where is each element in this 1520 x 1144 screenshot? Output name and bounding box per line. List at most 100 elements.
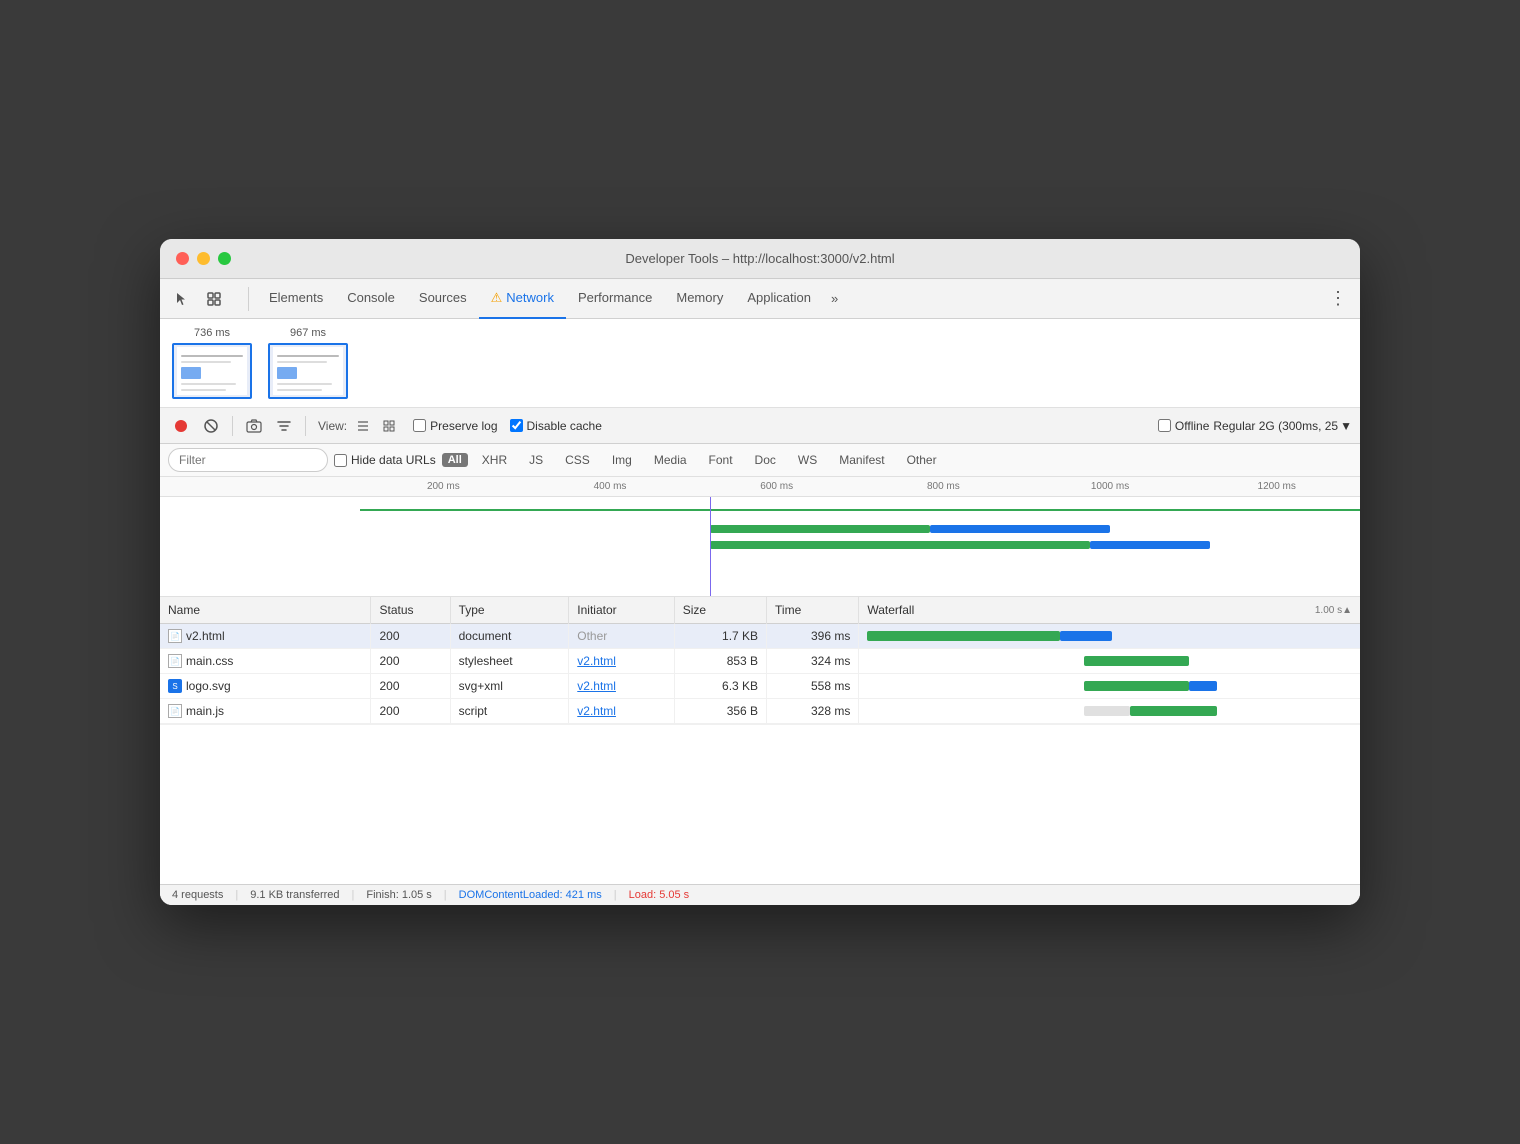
col-name[interactable]: Name — [160, 597, 371, 624]
col-waterfall[interactable]: Waterfall 1.00 s▲ — [859, 597, 1360, 624]
filter-doc[interactable]: Doc — [747, 449, 784, 471]
filter-css[interactable]: CSS — [557, 449, 598, 471]
filmstrip-thumb-1[interactable] — [172, 343, 252, 399]
filter-button[interactable] — [271, 413, 297, 439]
cell-type-3: svg+xml — [450, 674, 569, 699]
tick-800: 800 ms — [860, 481, 1027, 492]
network-table-container: Name Status Type Initiator Size Time Wat… — [160, 597, 1360, 724]
initiator-link-2[interactable]: v2.html — [577, 654, 616, 668]
cell-name-3: S logo.svg — [160, 674, 371, 699]
file-icon-2: 📄 — [168, 654, 182, 668]
timeline-marker — [710, 497, 711, 597]
filter-ws[interactable]: WS — [790, 449, 825, 471]
cell-status-4: 200 — [371, 699, 450, 724]
table-row[interactable]: 📄 main.css 200 stylesheet v2.html 853 B … — [160, 649, 1360, 674]
file-icon-4: 📄 — [168, 704, 182, 718]
close-button[interactable] — [176, 252, 189, 265]
empty-area — [160, 724, 1360, 884]
cell-size-4: 356 B — [674, 699, 766, 724]
col-type[interactable]: Type — [450, 597, 569, 624]
cell-waterfall-4 — [859, 699, 1360, 724]
table-row[interactable]: S logo.svg 200 svg+xml v2.html 6.3 KB 55… — [160, 674, 1360, 699]
filmstrip-item-1[interactable]: 736 ms — [172, 327, 252, 399]
filmstrip-item-2[interactable]: 967 ms — [268, 327, 348, 399]
timeline: 200 ms 400 ms 600 ms 800 ms 1000 ms 1200… — [160, 477, 1360, 597]
devtools-window: Developer Tools – http://localhost:3000/… — [160, 239, 1360, 905]
filter-js[interactable]: JS — [521, 449, 551, 471]
tab-performance[interactable]: Performance — [566, 279, 664, 319]
disable-cache-label: Disable cache — [527, 419, 602, 433]
filter-all-badge[interactable]: All — [442, 453, 468, 467]
sep-2: | — [352, 889, 355, 901]
tab-elements[interactable]: Elements — [257, 279, 335, 319]
tab-application[interactable]: Application — [735, 279, 823, 319]
hide-data-urls-checkbox[interactable] — [334, 454, 347, 467]
filter-manifest[interactable]: Manifest — [831, 449, 892, 471]
status-bar: 4 requests | 9.1 KB transferred | Finish… — [160, 884, 1360, 905]
clear-button[interactable] — [198, 413, 224, 439]
initiator-link-4[interactable]: v2.html — [577, 704, 616, 718]
table-row[interactable]: 📄 main.js 200 script v2.html 356 B 328 m… — [160, 699, 1360, 724]
tab-network[interactable]: Network — [479, 279, 566, 319]
minimize-button[interactable] — [197, 252, 210, 265]
inspect-icon[interactable] — [200, 285, 228, 313]
filter-img[interactable]: Img — [604, 449, 640, 471]
toolbar-sep-1 — [232, 416, 233, 436]
load-time: Load: 5.05 s — [629, 889, 690, 901]
cell-time-3: 558 ms — [767, 674, 859, 699]
cell-time-1: 396 ms — [767, 624, 859, 649]
list-view-button[interactable] — [351, 414, 375, 438]
filter-input[interactable] — [168, 448, 328, 472]
maximize-button[interactable] — [218, 252, 231, 265]
tab-more-button[interactable]: » — [823, 279, 846, 319]
timeline-bar-2-green — [710, 541, 1090, 549]
tab-memory[interactable]: Memory — [664, 279, 735, 319]
tick-1200: 1200 ms — [1193, 481, 1360, 492]
cell-waterfall-2 — [859, 649, 1360, 674]
filter-font[interactable]: Font — [701, 449, 741, 471]
col-size[interactable]: Size — [674, 597, 766, 624]
col-initiator[interactable]: Initiator — [569, 597, 674, 624]
header-row: Name Status Type Initiator Size Time Wat… — [160, 597, 1360, 624]
disable-cache-group: Disable cache — [510, 419, 602, 433]
record-button[interactable] — [168, 413, 194, 439]
preserve-log-checkbox[interactable] — [413, 419, 426, 432]
table-row[interactable]: 📄 v2.html 200 document Other 1.7 KB 396 … — [160, 624, 1360, 649]
transferred-size: 9.1 KB transferred — [250, 889, 339, 901]
tab-sources[interactable]: Sources — [407, 279, 479, 319]
filter-other[interactable]: Other — [899, 449, 945, 471]
sep-3: | — [444, 889, 447, 901]
hide-data-urls-label: Hide data URLs — [351, 453, 436, 467]
waterfall-label: Waterfall — [867, 603, 914, 617]
network-throttle-label: Regular 2G (300ms, 25 — [1213, 419, 1338, 433]
offline-checkbox[interactable] — [1158, 419, 1171, 432]
sep-1: | — [235, 889, 238, 901]
network-table: Name Status Type Initiator Size Time Wat… — [160, 597, 1360, 724]
tree-view-button[interactable] — [377, 414, 401, 438]
cell-type-2: stylesheet — [450, 649, 569, 674]
network-throttle[interactable]: Regular 2G (300ms, 25 ▼ — [1213, 419, 1352, 433]
cell-name-1: 📄 v2.html — [160, 624, 371, 649]
col-time[interactable]: Time — [767, 597, 859, 624]
tab-console[interactable]: Console — [335, 279, 407, 319]
devtools-menu-button[interactable]: ⋮ — [1324, 285, 1352, 313]
sort-indicator: 1.00 s▲ — [1315, 605, 1352, 616]
filename-4: main.js — [186, 704, 224, 718]
cursor-icon[interactable] — [168, 285, 196, 313]
filmstrip-time-2: 967 ms — [290, 327, 326, 339]
cell-time-2: 324 ms — [767, 649, 859, 674]
camera-button[interactable] — [241, 413, 267, 439]
filter-xhr[interactable]: XHR — [474, 449, 515, 471]
cell-type-1: document — [450, 624, 569, 649]
col-status[interactable]: Status — [371, 597, 450, 624]
offline-group: Offline — [1158, 419, 1209, 433]
tab-divider — [248, 287, 249, 311]
table-header: Name Status Type Initiator Size Time Wat… — [160, 597, 1360, 624]
filmstrip: 736 ms 967 ms — [160, 319, 1360, 408]
waterfall-bars-1 — [867, 630, 1352, 642]
tick-600: 600 ms — [693, 481, 860, 492]
filmstrip-thumb-2[interactable] — [268, 343, 348, 399]
initiator-link-3[interactable]: v2.html — [577, 679, 616, 693]
filter-media[interactable]: Media — [646, 449, 695, 471]
disable-cache-checkbox[interactable] — [510, 419, 523, 432]
